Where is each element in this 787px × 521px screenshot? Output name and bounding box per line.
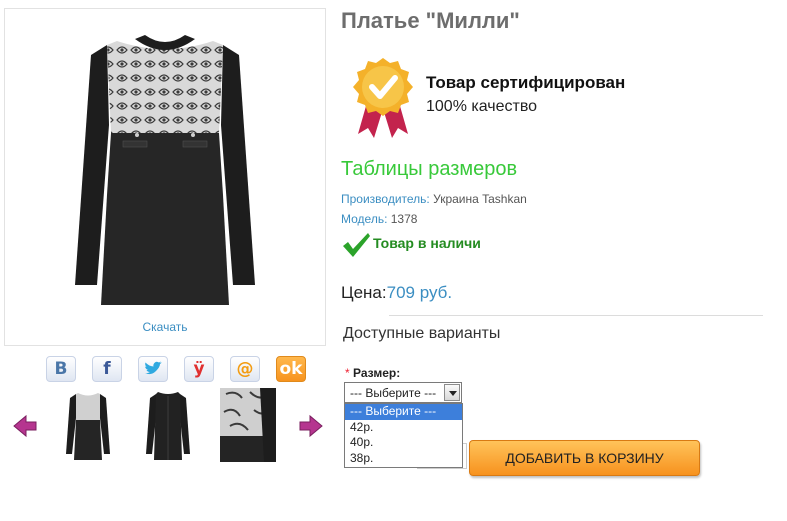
thumbnail-1[interactable] [60, 388, 116, 462]
price: Цена:709 руб. [341, 283, 452, 303]
size-option[interactable]: 42р. [345, 420, 462, 436]
required-mark: * [345, 366, 350, 380]
size-select-value: --- Выберите --- [350, 386, 437, 400]
size-label-text: Размер: [353, 366, 401, 380]
green-check-icon [343, 233, 370, 257]
stock-status: Товар в наличи [341, 232, 481, 258]
size-dropdown-list: --- Выберите --- 42р. 40р. 38р. [344, 403, 463, 468]
main-image-panel: Скачать [4, 8, 326, 346]
model-value: 1378 [390, 212, 418, 226]
product-main-image[interactable] [45, 15, 285, 315]
carousel-next-arrow-icon[interactable] [298, 413, 324, 439]
manufacturer-label[interactable]: Производитель: [341, 192, 430, 206]
odnoklassniki-orange-icon[interactable]: ok [276, 356, 306, 382]
certified-subtitle: 100% качество [426, 98, 538, 115]
download-link[interactable]: Скачать [5, 320, 325, 334]
carousel-prev-arrow-icon[interactable] [12, 413, 38, 439]
product-title: Платье "Милли" [341, 8, 520, 33]
model-line: Модель: 1378 [341, 212, 417, 226]
manufacturer-line: Производитель: Украина Tashkan [341, 192, 527, 206]
size-label: * Размер: [345, 366, 400, 380]
price-value: 709 руб. [386, 283, 453, 302]
size-option[interactable]: 40р. [345, 435, 462, 451]
price-label: Цена: [341, 283, 387, 302]
available-options-title: Доступные варианты [343, 325, 501, 342]
odnoklassniki-icon[interactable]: ÿ [184, 356, 214, 382]
size-table-link[interactable]: Таблицы размеров [341, 158, 517, 181]
size-option[interactable]: 38р. [345, 451, 462, 467]
vk-icon[interactable]: В [46, 356, 76, 382]
add-to-cart-button[interactable]: ДОБАВИТЬ В КОРЗИНУ [469, 440, 700, 476]
size-option[interactable]: --- Выберите --- [345, 404, 462, 420]
thumbnail-2[interactable] [140, 388, 196, 462]
stock-status-text: Товар в наличи [373, 235, 481, 251]
manufacturer-value: Украина Tashkan [433, 192, 527, 206]
size-select[interactable]: --- Выберите --- [344, 382, 462, 403]
thumbnail-3[interactable] [220, 388, 276, 462]
mail-ru-icon[interactable]: @ [230, 356, 260, 382]
facebook-icon[interactable]: f [92, 356, 122, 382]
certified-badge-icon [353, 58, 413, 138]
twitter-icon[interactable] [138, 356, 168, 382]
model-label: Модель: [341, 212, 388, 226]
divider [389, 315, 763, 316]
certified-title: Товар сертифицирован [426, 73, 626, 92]
chevron-down-icon[interactable] [444, 384, 460, 401]
